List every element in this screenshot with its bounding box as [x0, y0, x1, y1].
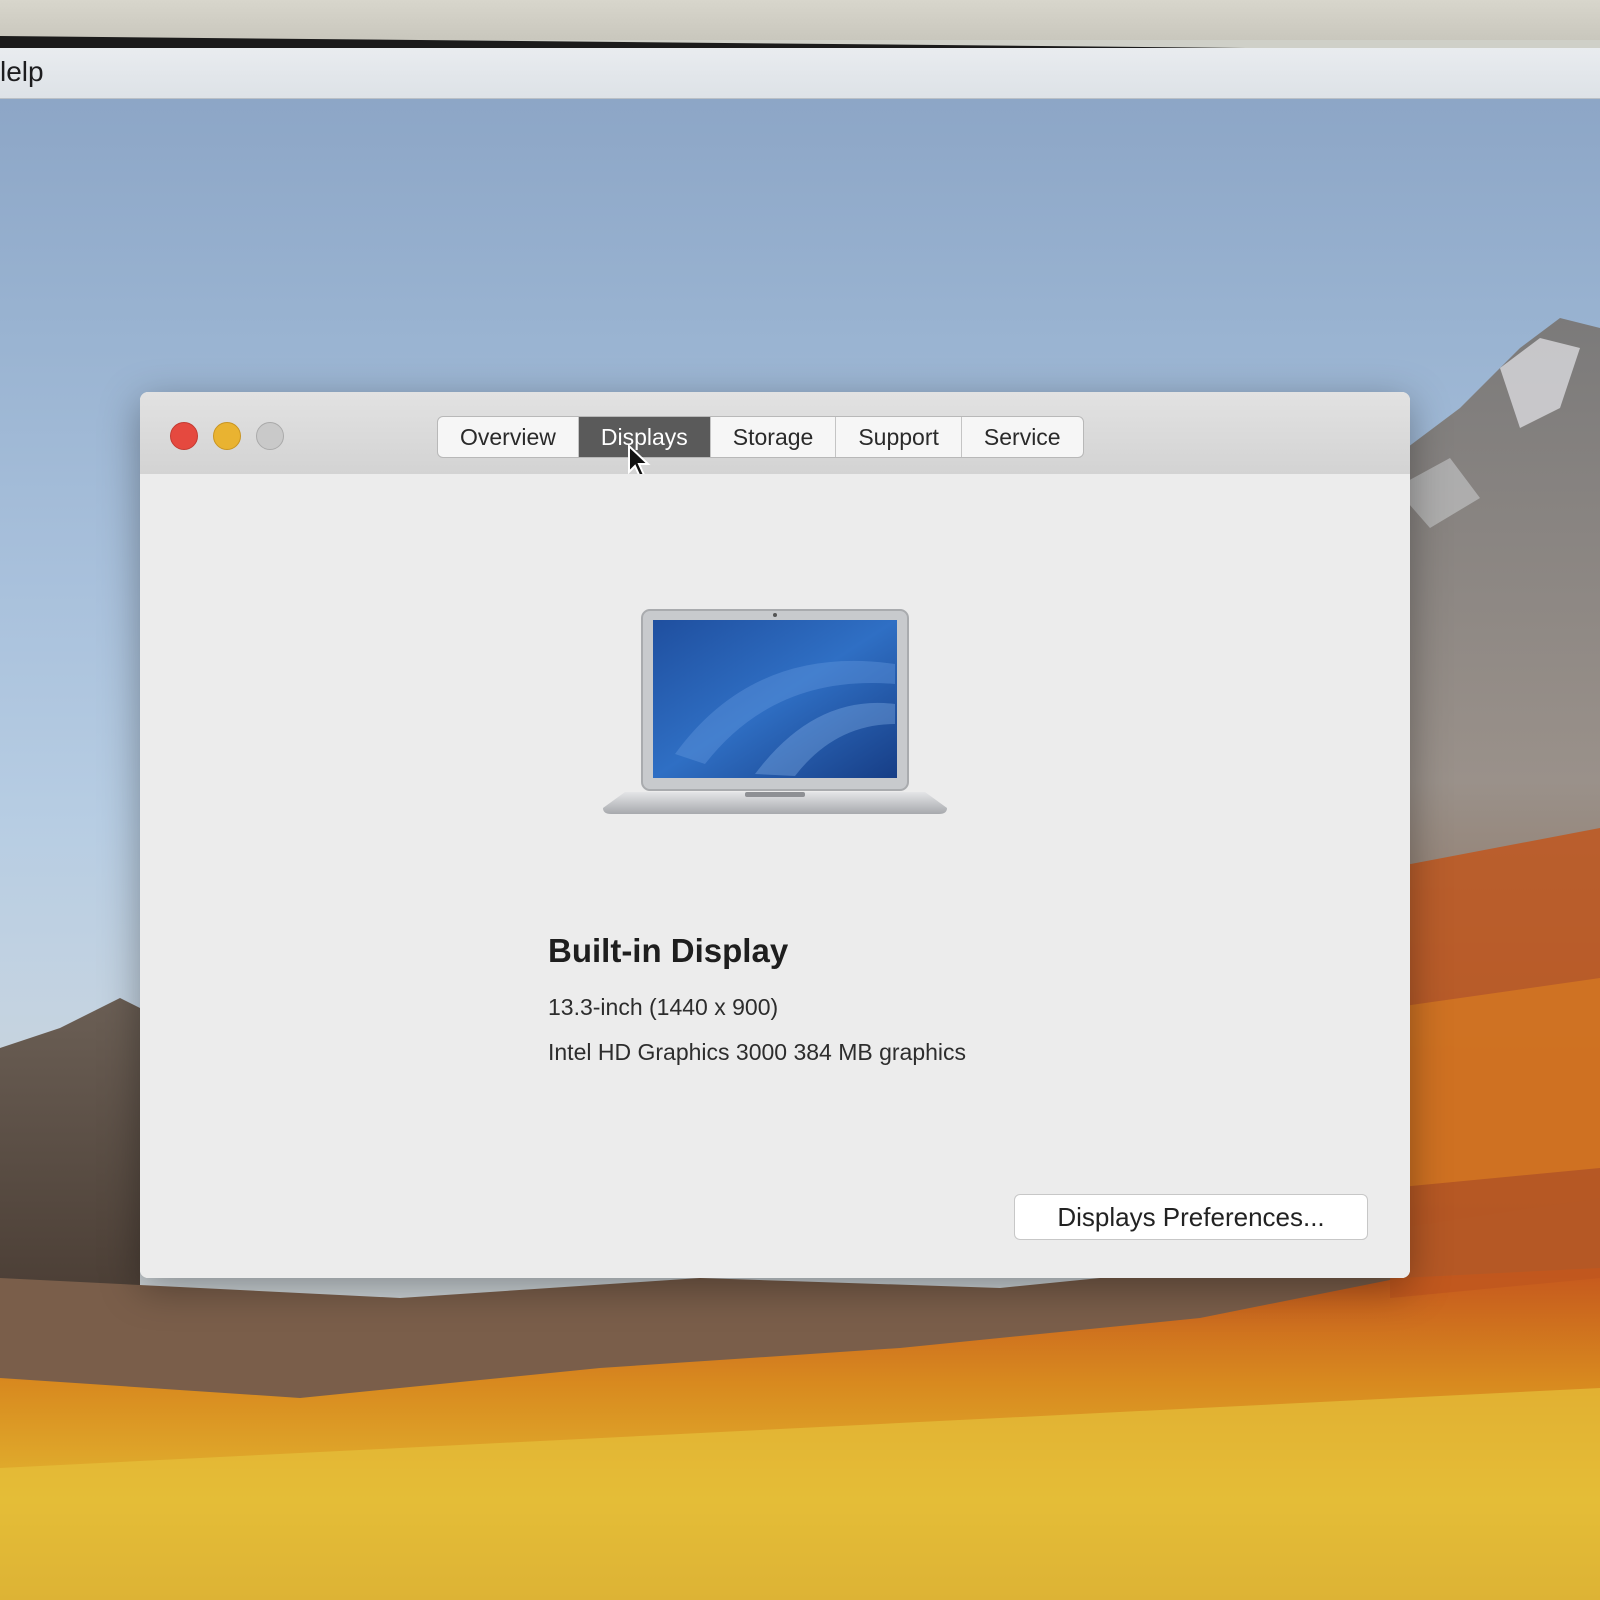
screen: lelp Overview Displays Storage Support S…: [0, 48, 1600, 1600]
displays-preferences-button[interactable]: Displays Preferences...: [1014, 1194, 1368, 1240]
close-icon[interactable]: [170, 422, 198, 450]
laptop-icon: [603, 609, 947, 814]
displays-pane: Built-in Display 13.3-inch (1440 x 900) …: [140, 474, 1410, 1278]
minimize-icon[interactable]: [213, 422, 241, 450]
menu-help[interactable]: lelp: [0, 56, 44, 88]
display-graphics: Intel HD Graphics 3000 384 MB graphics: [548, 1039, 967, 1065]
tab-storage[interactable]: Storage: [711, 417, 837, 457]
tab-overview[interactable]: Overview: [438, 417, 579, 457]
window-titlebar[interactable]: Overview Displays Storage Support Servic…: [140, 392, 1410, 479]
menu-bar: lelp: [0, 48, 1600, 99]
monitor-bezel: [0, 0, 1600, 40]
tab-service[interactable]: Service: [962, 417, 1083, 457]
tab-support[interactable]: Support: [836, 417, 962, 457]
display-size: 13.3-inch (1440 x 900): [548, 994, 779, 1020]
about-this-mac-window: Overview Displays Storage Support Servic…: [140, 392, 1410, 1278]
tab-bar: Overview Displays Storage Support Servic…: [437, 416, 1084, 458]
display-title: Built-in Display: [548, 932, 789, 969]
zoom-icon[interactable]: [256, 422, 284, 450]
